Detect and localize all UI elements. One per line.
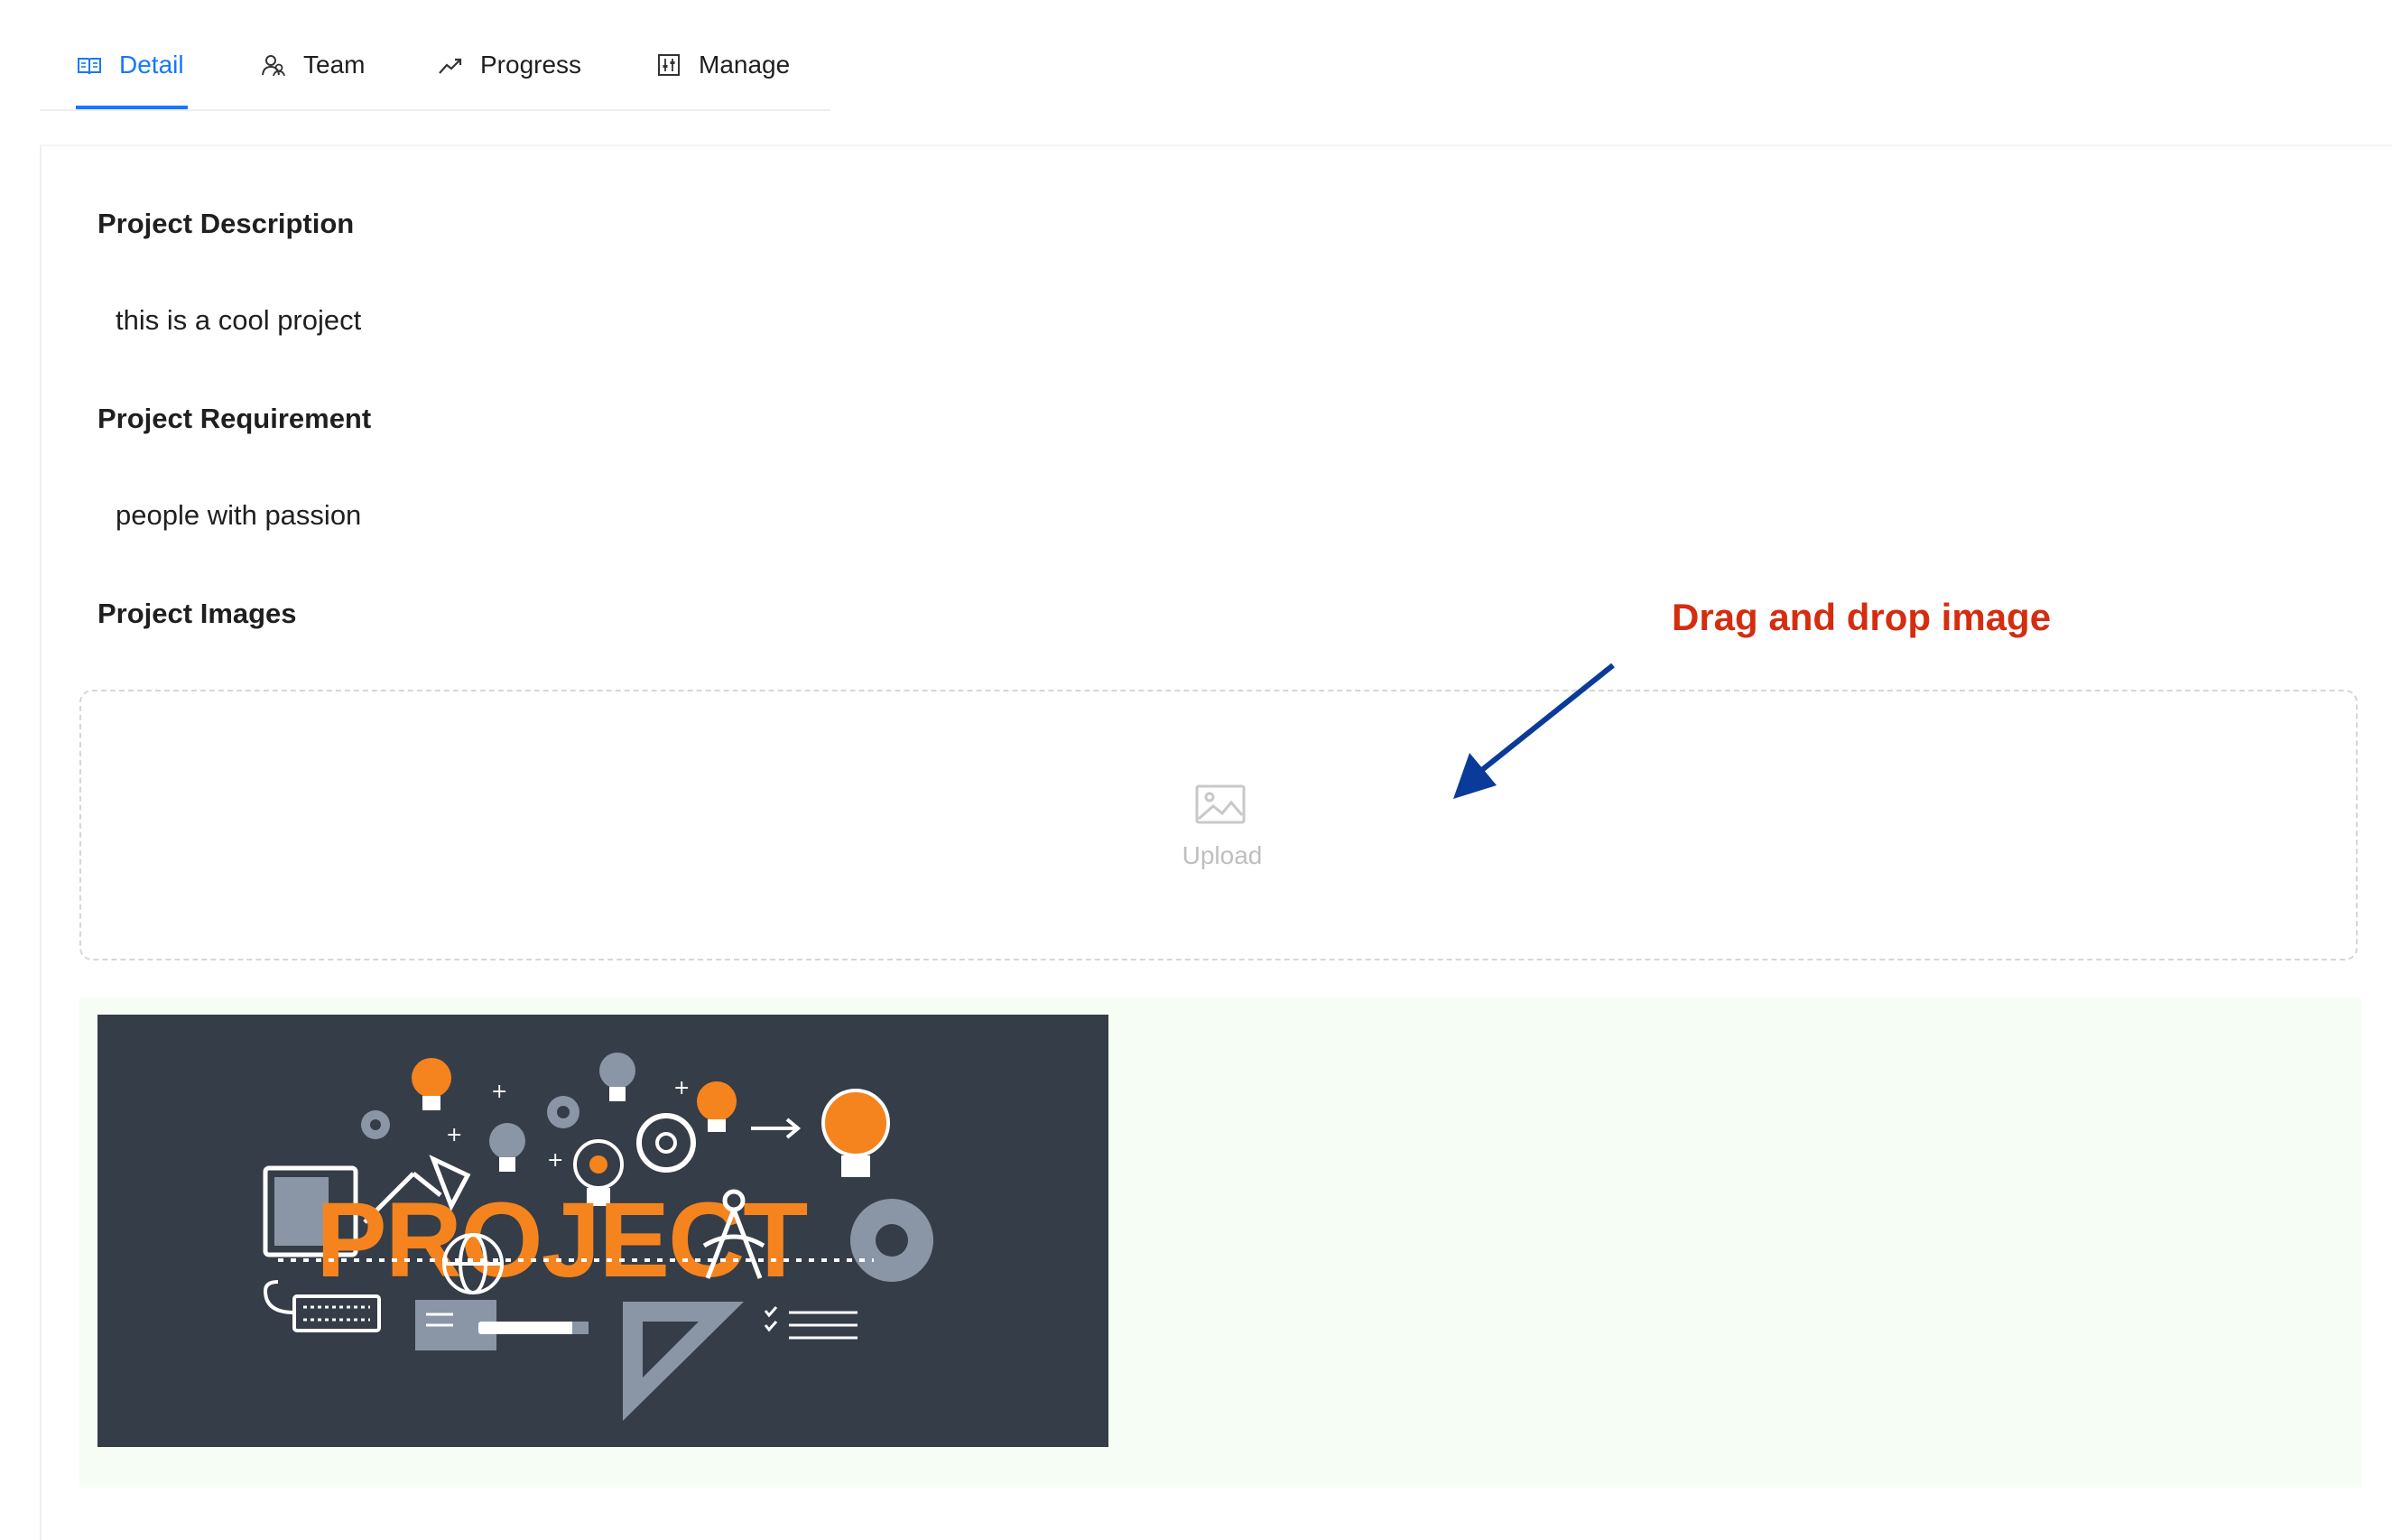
lightbulb-icon <box>599 1053 635 1101</box>
lightbulb-icon <box>821 1089 890 1177</box>
team-icon <box>262 55 285 77</box>
gear-icon <box>361 1110 390 1139</box>
image-dropzone[interactable] <box>79 690 2358 960</box>
svg-text:+: + <box>491 1081 507 1103</box>
image-icon <box>1195 784 1246 824</box>
tab-progress-label: Progress <box>480 51 582 79</box>
tab-manage-label: Manage <box>699 51 791 79</box>
tab-detail[interactable]: Detail <box>76 47 184 83</box>
tab-detail-label: Detail <box>119 51 184 79</box>
lightbulb-icon <box>697 1081 737 1132</box>
description-text: this is a cool project <box>116 304 362 336</box>
lightbulb-icon <box>489 1123 525 1172</box>
book-icon <box>78 58 101 75</box>
images-heading: Project Images <box>97 598 297 629</box>
tab-bar: Detail Team Progress Manage <box>40 0 830 111</box>
detail-card: Project Description this is a cool proje… <box>40 144 2392 1540</box>
tab-team[interactable]: Team <box>260 47 365 83</box>
banner-text: PROJECT <box>316 1181 807 1300</box>
tab-progress[interactable]: Progress <box>437 47 581 83</box>
gear-icon <box>636 1113 696 1173</box>
svg-text:+: + <box>673 1077 690 1099</box>
tab-manage[interactable]: Manage <box>655 47 790 83</box>
gear-icon <box>547 1096 579 1128</box>
drag-drop-annotation: Drag and drop image <box>1672 596 2052 638</box>
requirement-heading: Project Requirement <box>97 403 372 434</box>
lightbulb-icon <box>412 1058 451 1110</box>
trend-icon <box>439 58 462 74</box>
arrow-icon <box>1453 663 1615 799</box>
keyboard-icon <box>292 1294 381 1332</box>
upload-label: Upload <box>1182 841 1263 869</box>
project-image[interactable]: + + + + PROJECT <box>97 1015 1108 1447</box>
svg-text:+: + <box>446 1124 462 1146</box>
sliders-icon <box>658 54 680 76</box>
ruler-triangle-icon <box>623 1302 744 1421</box>
pen-icon <box>478 1322 589 1334</box>
svg-text:+: + <box>547 1149 563 1172</box>
tab-team-label: Team <box>303 51 366 79</box>
checklist-icon <box>764 1306 858 1340</box>
arrow-right-icon <box>751 1118 802 1139</box>
project-illustration: + + + + PROJECT <box>263 1053 933 1421</box>
description-heading: Project Description <box>97 208 355 239</box>
requirement-text: people with passion <box>116 499 362 531</box>
active-tab-indicator <box>76 106 188 109</box>
gear-icon <box>850 1199 933 1282</box>
